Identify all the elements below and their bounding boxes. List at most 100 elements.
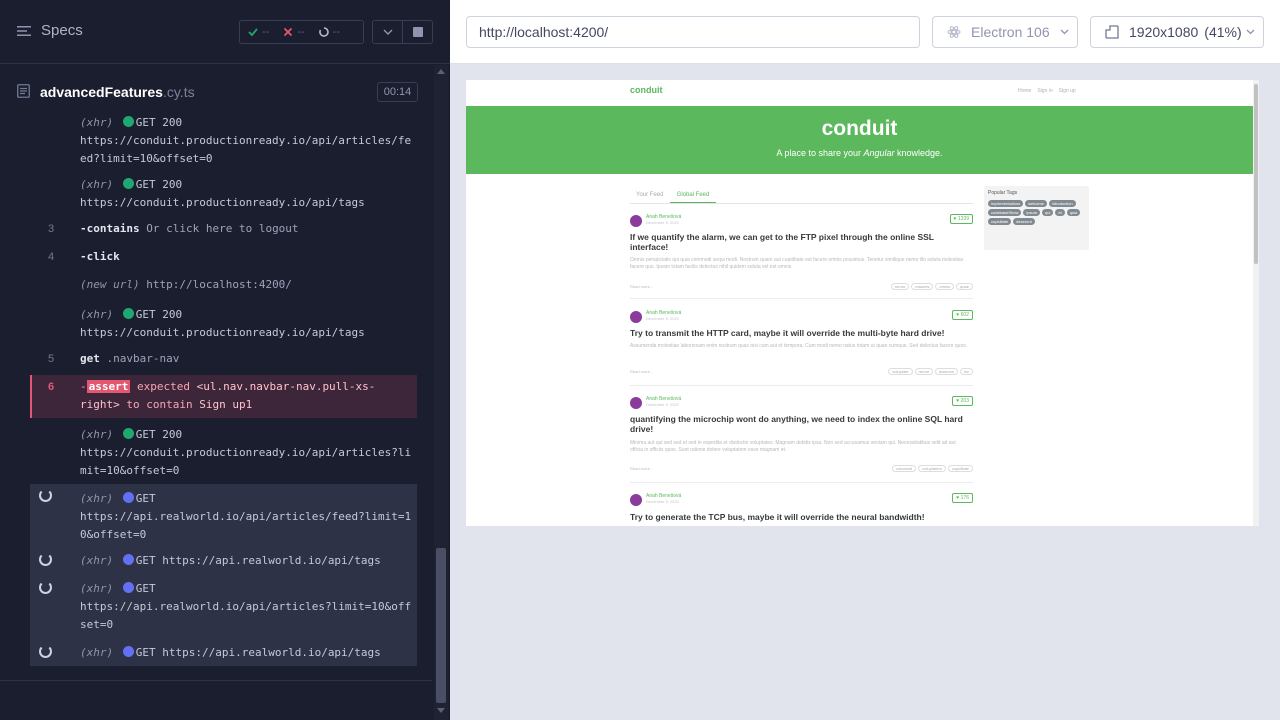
article-title[interactable]: quantifying the microchip wont do anythi… xyxy=(630,414,970,434)
command-row[interactable]: 4 -click xyxy=(30,248,417,266)
popular-tag[interactable]: welcome xyxy=(1025,200,1047,207)
expand-button[interactable] xyxy=(372,20,403,44)
scroll-thumb[interactable] xyxy=(436,548,446,703)
scroll-down-icon[interactable] xyxy=(437,708,445,713)
avatar[interactable] xyxy=(630,311,642,323)
popular-tag[interactable]: et xyxy=(1055,209,1065,216)
tag-pill: rerum xyxy=(890,283,910,290)
tag-pill: ducimus xyxy=(934,368,958,375)
popular-tag[interactable]: introduction xyxy=(1048,200,1076,207)
command-log-scrollbar[interactable] xyxy=(434,65,448,720)
avatar[interactable] xyxy=(630,215,642,227)
command-row[interactable]: (xhr) GET 200 https://conduit.productionr… xyxy=(30,176,417,212)
command-number: 5 xyxy=(48,353,55,365)
scroll-up-icon[interactable] xyxy=(437,69,445,74)
viewport-selector[interactable]: 1920x1080 (41%) xyxy=(1090,16,1264,48)
command-row[interactable]: 3 -contains Or click here to logout xyxy=(30,220,417,238)
aut-iframe[interactable]: conduit Home Sign in Sign up conduit A p… xyxy=(466,80,1259,526)
browser-name: Electron 106 xyxy=(971,24,1050,40)
pending-command-row[interactable]: (xhr) GET https://api.realworld.io/api/ar… xyxy=(30,576,417,640)
nav-sign-up[interactable]: Sign up xyxy=(1059,88,1076,94)
command-row[interactable]: 5 get .navbar-nav xyxy=(30,350,417,368)
command-row[interactable]: (xhr) GET 200 https://conduit.productionr… xyxy=(30,426,417,480)
request-method: GET xyxy=(135,308,156,321)
popular-tags-list: implementations welcome introduction cod… xyxy=(988,200,1088,225)
spinner-icon xyxy=(39,581,52,594)
article-description: Omnis perspiciatis qui quia commodi sequ… xyxy=(630,257,964,270)
command-arg: Or click here to logout xyxy=(146,222,299,235)
command-row[interactable]: (xhr) GET 200 https://conduit.productionr… xyxy=(30,306,417,342)
like-button[interactable]: ♥ 1339 xyxy=(949,214,973,224)
popular-tag[interactable]: implementations xyxy=(988,200,1024,207)
pending-count: -- xyxy=(332,26,340,38)
article-title[interactable]: If we quantify the alarm, we can get to … xyxy=(630,232,970,252)
like-button[interactable]: ♥ 602 xyxy=(952,310,973,320)
command-number: 6 xyxy=(48,381,55,393)
failed-assert-row[interactable]: 6 - assert expected <ul.nav.navbar-nav.pu… xyxy=(30,375,417,418)
pending-command-row[interactable]: (xhr) GET https://api.realworld.io/api/ar… xyxy=(30,484,417,548)
avatar[interactable] xyxy=(630,397,642,409)
article-preview: Anah Benešová December 9, 2022 ♥ 203 qua… xyxy=(630,388,973,483)
spinner-icon xyxy=(318,27,329,37)
request-method: GET xyxy=(135,646,156,659)
popular-tag[interactable]: ipsum xyxy=(1023,209,1041,216)
chevron-down-icon xyxy=(383,29,392,35)
specs-label: Specs xyxy=(41,22,83,39)
tag-pill: commodi xyxy=(892,465,917,472)
popular-tag[interactable]: cupiditate xyxy=(988,218,1012,225)
app-brand[interactable]: conduit xyxy=(630,85,663,95)
popular-tag[interactable]: deserunt xyxy=(1013,218,1035,225)
tab-your-feed[interactable]: Your Feed xyxy=(636,192,663,198)
like-count: 1339 xyxy=(957,216,969,222)
spec-duration: 00:14 xyxy=(377,82,418,102)
stop-button[interactable] xyxy=(402,20,433,44)
article-description: Minima aut qui sed sed et sed in expedit… xyxy=(630,440,956,453)
spec-basename: advancedFeatures xyxy=(40,84,163,100)
avatar[interactable] xyxy=(630,494,642,506)
article-title[interactable]: Try to generate the TCP bus, maybe it wi… xyxy=(630,512,970,522)
specs-button[interactable]: Specs xyxy=(17,22,83,39)
read-more-link[interactable]: Read more... xyxy=(630,369,653,374)
request-status: 200 xyxy=(162,178,183,191)
like-button[interactable]: ♥ 203 xyxy=(952,396,973,406)
tab-global-feed[interactable]: Global Feed xyxy=(670,192,716,203)
command-row[interactable]: (xhr) GET 200 https://conduit.productionr… xyxy=(30,114,417,168)
pending-command-row[interactable]: (xhr) GET https://api.realworld.io/api/t… xyxy=(30,548,417,576)
popular-tags-sidebar: Popular Tags implementations welcome int… xyxy=(984,186,1089,250)
popular-tag[interactable]: quia xyxy=(1066,209,1081,216)
xhr-label: (xhr) xyxy=(80,582,114,595)
failed-count: -- xyxy=(297,26,305,38)
app-banner: conduit A place to share your Angular kn… xyxy=(466,106,1253,174)
url-field[interactable]: http://localhost:4200/ xyxy=(466,16,920,48)
command-name: get xyxy=(80,352,100,365)
command-name: -click xyxy=(80,250,120,263)
aut-scrollbar[interactable] xyxy=(1253,80,1259,526)
xhr-label: (xhr) xyxy=(80,492,114,505)
passed-stat: -- xyxy=(248,26,269,38)
popular-tag[interactable]: codebaseShow xyxy=(988,209,1022,216)
xhr-label: (xhr) xyxy=(80,646,114,659)
xhr-label: (xhr) xyxy=(80,554,114,567)
request-method: GET xyxy=(135,178,156,191)
article-title[interactable]: Try to transmit the HTTP card, maybe it … xyxy=(630,328,970,338)
spec-extension: .cy.ts xyxy=(162,84,195,100)
request-method: GET xyxy=(135,554,156,567)
like-button[interactable]: ♥ 176 xyxy=(952,493,973,503)
nav-sign-in[interactable]: Sign in xyxy=(1037,88,1052,94)
read-more-link[interactable]: Read more... xyxy=(630,466,653,471)
banner-title: conduit xyxy=(821,117,898,140)
article-tags: commodi voluptatem cupiditate xyxy=(892,465,973,472)
status-dot xyxy=(122,582,134,593)
aut-scroll-thumb[interactable] xyxy=(1254,84,1258,264)
nav-home[interactable]: Home xyxy=(1018,88,1031,94)
popular-tag[interactable]: qui xyxy=(1042,209,1054,216)
pending-command-row[interactable]: (xhr) GET https://api.realworld.io/api/t… xyxy=(30,640,417,666)
request-url: https://conduit.productionready.io/api/a… xyxy=(80,446,412,477)
assert-text: expected xyxy=(137,380,190,393)
command-row[interactable]: (new url) http://localhost:4200/ xyxy=(30,276,417,294)
browser-selector[interactable]: Electron 106 xyxy=(932,16,1078,48)
read-more-link[interactable]: Read more... xyxy=(630,284,653,289)
tag-pill: rerum xyxy=(914,368,933,375)
request-url: https://api.realworld.io/api/tags xyxy=(162,554,381,567)
event-url: http://localhost:4200/ xyxy=(146,278,292,291)
